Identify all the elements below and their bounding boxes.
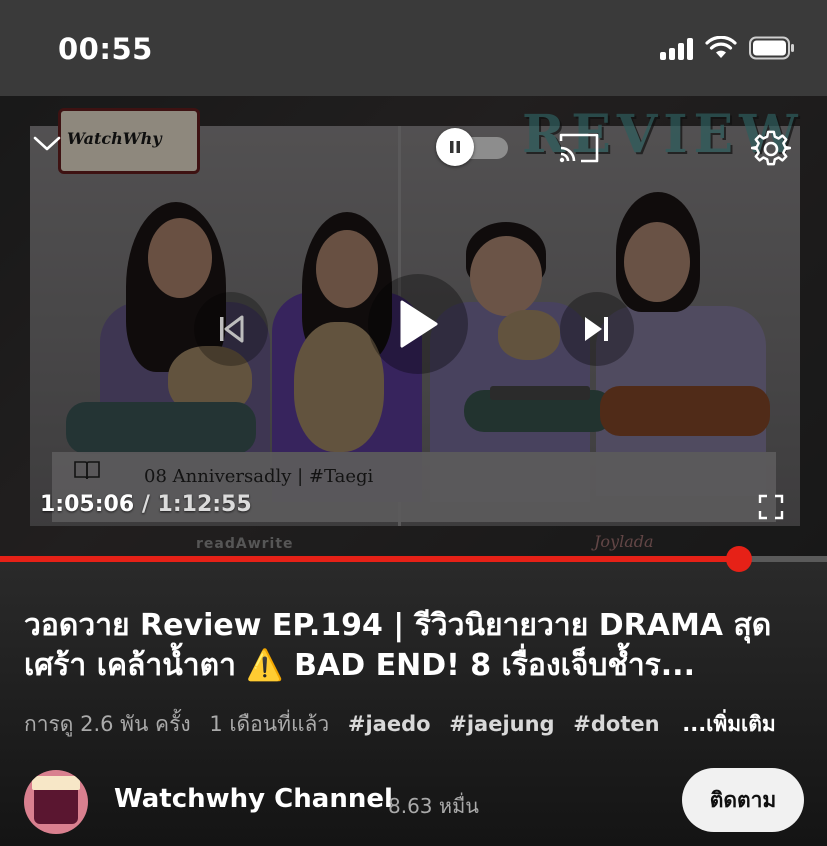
status-bar: 00:55 [0, 0, 827, 96]
duration: 1:12:55 [157, 492, 252, 517]
hashtag[interactable]: #jaejung [449, 712, 554, 736]
upload-age: 1 เดือนที่แล้ว [209, 712, 330, 736]
channel-row: Watchwhy Channel 8.63 หมื่น ติดตาม [0, 766, 827, 836]
video-info: วอดวาย Review EP.194 | รีวิวนิยายวาย DRA… [0, 562, 827, 846]
hashtag[interactable]: #jaedo [348, 712, 431, 736]
skip-previous-icon [220, 315, 244, 343]
cast-button[interactable] [556, 130, 602, 166]
fullscreen-button[interactable] [754, 490, 788, 524]
pause-icon [450, 141, 460, 153]
next-video-button[interactable] [560, 292, 634, 366]
wifi-icon [705, 36, 737, 58]
previous-video-button[interactable] [194, 292, 268, 366]
show-more-link[interactable]: ...เพิ่มเติม [682, 712, 775, 736]
hashtag[interactable]: #doten [573, 712, 659, 736]
battery-icon [749, 36, 794, 60]
autoplay-toggle[interactable] [436, 128, 508, 166]
settings-button[interactable] [748, 126, 794, 172]
gear-icon [751, 130, 791, 166]
view-count: การดู 2.6 พัน ครั้ง [24, 712, 191, 736]
avatar-logo [32, 776, 80, 790]
seek-bar-played [0, 556, 739, 562]
seek-bar-handle[interactable] [726, 546, 752, 572]
video-player[interactable]: WatchWhy REVIEW 08 Anniversadly | #Taegi… [0, 96, 827, 560]
skip-next-icon [585, 317, 608, 341]
autoplay-knob [436, 128, 474, 166]
video-title[interactable]: วอดวาย Review EP.194 | รีวิวนิยายวาย DRA… [24, 606, 804, 686]
subscriber-count: 8.63 หมื่น [388, 794, 479, 818]
cellular-signal-icon [660, 36, 693, 60]
current-time: 1:05:06 [40, 492, 135, 517]
play-button[interactable] [368, 274, 468, 374]
time-display: 1:05:06 / 1:12:55 [40, 492, 252, 517]
cast-icon [559, 133, 599, 163]
status-icons [660, 36, 795, 60]
fullscreen-icon [758, 494, 784, 520]
chevron-down-icon [33, 136, 61, 151]
seek-bar[interactable] [0, 546, 827, 572]
collapse-button[interactable] [30, 130, 64, 158]
channel-name[interactable]: Watchwhy Channel [114, 784, 393, 814]
channel-avatar[interactable] [24, 770, 88, 834]
status-time: 00:55 [58, 32, 153, 66]
video-metadata[interactable]: การดู 2.6 พัน ครั้ง 1 เดือนที่แล้ว #jaed… [24, 708, 788, 741]
subscribe-button[interactable]: ติดตาม [682, 768, 804, 832]
play-icon [400, 300, 438, 348]
time-separator: / [141, 492, 150, 517]
